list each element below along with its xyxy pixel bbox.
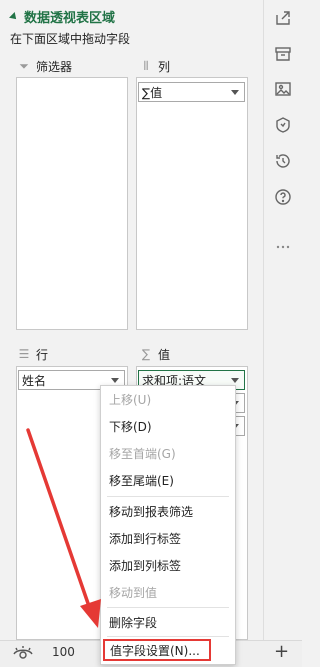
menu-item-add-to-column-labels[interactable]: 添加到列标签 — [101, 554, 235, 576]
right-toolbar — [263, 0, 302, 640]
shield-icon[interactable] — [272, 114, 294, 136]
filter-label-text: 筛选器 — [36, 59, 73, 74]
column-field-chip[interactable]: ∑值 — [138, 82, 245, 102]
archive-icon[interactable] — [272, 43, 294, 65]
filter-icon: ⏷ — [19, 58, 29, 73]
menu-item-remove-field[interactable]: 删除字段 — [101, 611, 235, 633]
menu-item-move-to-report-filter[interactable]: 移动到报表筛选 — [101, 500, 235, 522]
context-menu: 上移(U) 下移(D) 移至首端(G) 移至尾端(E) 移动到报表筛选 添加到行… — [100, 385, 236, 665]
chevron-down-icon[interactable] — [231, 378, 239, 383]
column-drop-area[interactable]: ∑值 — [136, 77, 248, 330]
zoom-in-button[interactable]: + — [274, 641, 289, 662]
value-label-text: 值 — [158, 347, 171, 362]
menu-item-add-to-row-labels[interactable]: 添加到行标签 — [101, 527, 235, 549]
menu-item-move-down[interactable]: 下移(D) — [101, 415, 235, 437]
share-icon[interactable] — [272, 7, 294, 29]
menu-item-move-to-top[interactable]: 移至首端(G) — [101, 442, 235, 464]
chevron-down-icon[interactable] — [111, 378, 119, 383]
row-icon: ☰ — [18, 347, 30, 361]
zoom-level[interactable]: 100 — [52, 645, 75, 659]
column-area-label: ⦀ 列 — [140, 57, 170, 75]
history-icon[interactable] — [272, 150, 294, 172]
menu-item-value-field-settings[interactable]: 值字段设置(N)... — [103, 639, 211, 661]
menu-item-move-up[interactable]: 上移(U) — [101, 388, 235, 410]
menu-item-move-to-values[interactable]: 移动到值 — [101, 581, 235, 603]
eye-icon[interactable] — [12, 645, 34, 663]
row-field-label: 姓名 — [22, 373, 47, 388]
section-title-text: 数据透视表区域 — [24, 10, 116, 26]
column-label-text: 列 — [158, 59, 171, 74]
filter-area-label: ⏷ 筛选器 — [18, 57, 72, 75]
filter-drop-area[interactable] — [16, 77, 128, 330]
menu-separator — [107, 636, 229, 637]
help-icon[interactable] — [272, 186, 294, 208]
more-icon[interactable] — [272, 236, 294, 258]
row-label-text: 行 — [36, 347, 49, 362]
drag-hint: 在下面区域中拖动字段 — [10, 32, 131, 46]
menu-item-move-to-bottom[interactable]: 移至尾端(E) — [101, 469, 235, 491]
section-title[interactable]: 数据透视表区域 — [9, 6, 116, 26]
column-icon: ⦀ — [143, 58, 149, 73]
column-field-label: ∑值 — [142, 85, 163, 100]
image-icon[interactable] — [272, 78, 294, 100]
collapse-triangle-icon[interactable] — [9, 12, 19, 22]
sigma-icon: ∑ — [141, 347, 151, 361]
row-area-label: ☰ 行 — [18, 345, 48, 363]
value-area-label: ∑ 值 — [140, 345, 170, 363]
menu-separator — [107, 496, 229, 497]
chevron-down-icon[interactable] — [231, 90, 239, 95]
menu-separator — [107, 607, 229, 608]
